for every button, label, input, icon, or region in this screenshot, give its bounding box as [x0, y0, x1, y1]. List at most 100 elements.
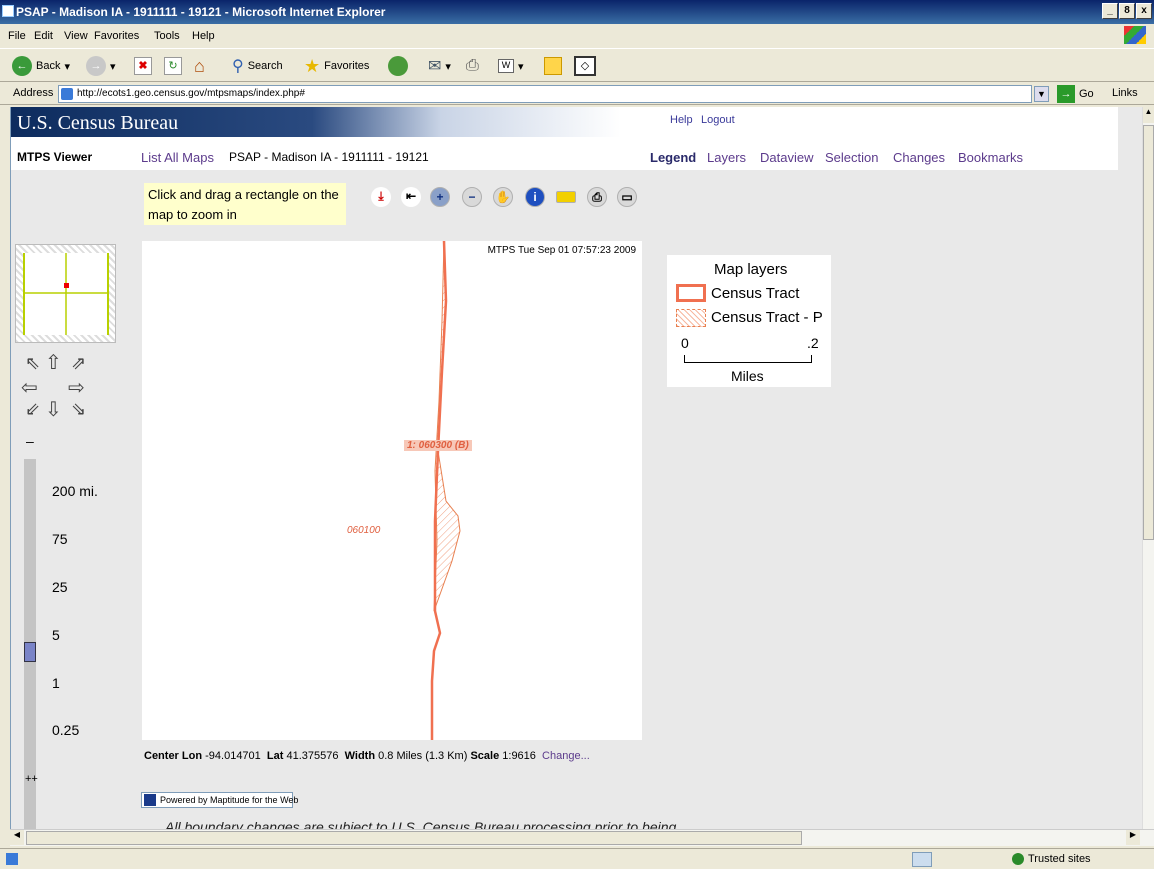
- previous-view-icon[interactable]: ⇤: [401, 187, 421, 207]
- tab-changes[interactable]: Changes: [893, 150, 945, 165]
- mail-button[interactable]: ✉ ▾: [428, 55, 451, 77]
- scroll-left-icon[interactable]: ◀: [10, 830, 24, 845]
- scroll-up-icon[interactable]: ▲: [1143, 107, 1154, 123]
- scale-unit: Miles: [731, 368, 764, 384]
- zoom-label[interactable]: 75: [52, 531, 68, 547]
- zoom-out-minus[interactable]: –: [26, 433, 34, 449]
- pan-southeast-icon[interactable]: ⇘: [71, 399, 86, 420]
- refresh-button[interactable]: ↻: [164, 55, 182, 77]
- zoom-in-icon[interactable]: +: [430, 187, 450, 207]
- home-button[interactable]: ⌂: [194, 55, 205, 77]
- overview-map[interactable]: [15, 244, 116, 343]
- tab-legend[interactable]: Legend: [650, 150, 696, 165]
- zoom-in-plus[interactable]: ++: [25, 773, 38, 785]
- info-icon[interactable]: i: [525, 187, 545, 207]
- tab-dataview[interactable]: Dataview: [760, 150, 813, 165]
- map-canvas[interactable]: MTPS Tue Sep 01 07:57:23 2009 1: 060300 …: [142, 241, 642, 740]
- title-bar: PSAP - Madison IA - 1911111 - 19121 - Mi…: [0, 0, 1154, 24]
- menu-favorites[interactable]: Favorites: [94, 30, 139, 42]
- zone-label: Trusted sites: [1028, 853, 1091, 865]
- messenger-button[interactable]: [544, 55, 562, 77]
- scale-value: 1:9616: [502, 750, 536, 762]
- refresh-icon: ↻: [164, 57, 182, 75]
- pan-north-icon[interactable]: ⇧: [45, 350, 62, 375]
- ruler-icon[interactable]: [556, 191, 576, 203]
- print-button[interactable]: ⎙: [466, 55, 479, 77]
- pan-east-icon[interactable]: ⇨: [68, 375, 85, 400]
- history-button[interactable]: [388, 55, 408, 77]
- lat-value: 41.375576: [286, 750, 339, 762]
- word-icon: W: [498, 59, 514, 73]
- zoom-thumb[interactable]: [24, 642, 36, 662]
- vertical-scrollbar[interactable]: ▲: [1142, 107, 1154, 829]
- viewer-title: MTPS Viewer: [17, 150, 93, 164]
- address-input[interactable]: http://ecots1.geo.census.gov/mtpsmaps/in…: [58, 85, 1032, 103]
- menu-edit[interactable]: Edit: [34, 30, 53, 42]
- note-icon: [544, 57, 562, 75]
- site-banner: U.S. Census Bureau Help Logout: [11, 107, 1118, 137]
- go-button[interactable]: → Go: [1057, 85, 1094, 103]
- page-viewport: U.S. Census Bureau Help Logout MTPS View…: [10, 107, 1142, 829]
- go-label: Go: [1079, 88, 1094, 100]
- horizontal-scrollbar[interactable]: ◀ ▶: [10, 829, 1154, 846]
- printer-icon: ⎙: [466, 57, 479, 74]
- close-button[interactable]: x: [1136, 3, 1152, 19]
- tab-bookmarks[interactable]: Bookmarks: [958, 150, 1023, 165]
- back-button[interactable]: ← Back ▾: [12, 55, 70, 77]
- address-label: Address: [13, 87, 54, 99]
- menu-tools[interactable]: Tools: [154, 30, 180, 42]
- links-button[interactable]: Links: [1112, 87, 1138, 99]
- stop-button[interactable]: ✖: [134, 55, 152, 77]
- menu-file[interactable]: File: [8, 30, 26, 42]
- favorites-button[interactable]: ★ Favorites: [304, 55, 369, 77]
- pan-northwest-icon[interactable]: ⇖: [25, 353, 40, 374]
- maximize-button[interactable]: 8: [1119, 3, 1135, 19]
- zoom-label[interactable]: 25: [52, 579, 68, 595]
- research-button[interactable]: ◇: [574, 55, 596, 77]
- list-maps-link[interactable]: List All Maps: [141, 150, 214, 165]
- scroll-right-icon[interactable]: ▶: [1126, 830, 1140, 845]
- help-link[interactable]: Help: [670, 114, 693, 126]
- zoom-label[interactable]: 5: [52, 627, 60, 643]
- diamond-icon: ◇: [574, 56, 596, 76]
- maptitude-logo-icon: [144, 794, 156, 806]
- menu-view[interactable]: View: [64, 30, 88, 42]
- back-arrow-icon: ←: [12, 56, 32, 76]
- logout-link[interactable]: Logout: [701, 114, 735, 126]
- scroll-thumb[interactable]: [1143, 125, 1154, 540]
- pan-hand-icon[interactable]: ✋: [493, 187, 513, 207]
- tract-label: 060100: [347, 525, 381, 536]
- pan-south-icon[interactable]: ⇩: [45, 397, 62, 422]
- export-icon[interactable]: ▭: [617, 187, 637, 207]
- page-icon: [61, 88, 73, 100]
- pan-northeast-icon[interactable]: ⇗: [71, 353, 86, 374]
- zoom-label[interactable]: 1: [52, 675, 60, 691]
- forward-button[interactable]: → ▾: [86, 55, 116, 77]
- pan-southwest-icon[interactable]: ⇙: [25, 399, 40, 420]
- security-zone[interactable]: Trusted sites: [1012, 853, 1091, 865]
- nav-row: MTPS Viewer List All Maps PSAP - Madison…: [11, 137, 1118, 170]
- zoom-out-icon[interactable]: −: [462, 187, 482, 207]
- minimize-button[interactable]: _: [1102, 3, 1118, 19]
- change-scale-link[interactable]: Change...: [542, 750, 590, 762]
- pan-west-icon[interactable]: ⇦: [21, 375, 38, 400]
- site-title: U.S. Census Bureau: [17, 112, 179, 134]
- zoom-label[interactable]: 200 mi.: [52, 483, 98, 499]
- print-map-icon[interactable]: ⎙: [587, 187, 607, 207]
- hscroll-thumb[interactable]: [26, 831, 802, 845]
- edit-button[interactable]: W ▾: [498, 55, 524, 77]
- zoom-hint: Click and drag a rectangle on the map to…: [144, 183, 346, 225]
- star-icon: ★: [304, 55, 321, 76]
- zoom-label[interactable]: 0.25: [52, 722, 79, 738]
- tab-selection[interactable]: Selection: [825, 150, 878, 165]
- clear-selection-icon[interactable]: ⤓: [371, 187, 391, 207]
- scale-left: 0: [681, 335, 689, 351]
- search-button[interactable]: ⚲ Search: [232, 55, 283, 77]
- powered-by-badge[interactable]: Powered by Maptitude for the Web: [141, 792, 298, 808]
- menu-help[interactable]: Help: [192, 30, 215, 42]
- address-dropdown-icon[interactable]: ▼: [1034, 86, 1049, 102]
- status-bar: Trusted sites: [0, 848, 1154, 869]
- tab-layers[interactable]: Layers: [707, 150, 746, 165]
- windows-logo-icon: [1124, 26, 1146, 44]
- scale-bar: [684, 355, 812, 363]
